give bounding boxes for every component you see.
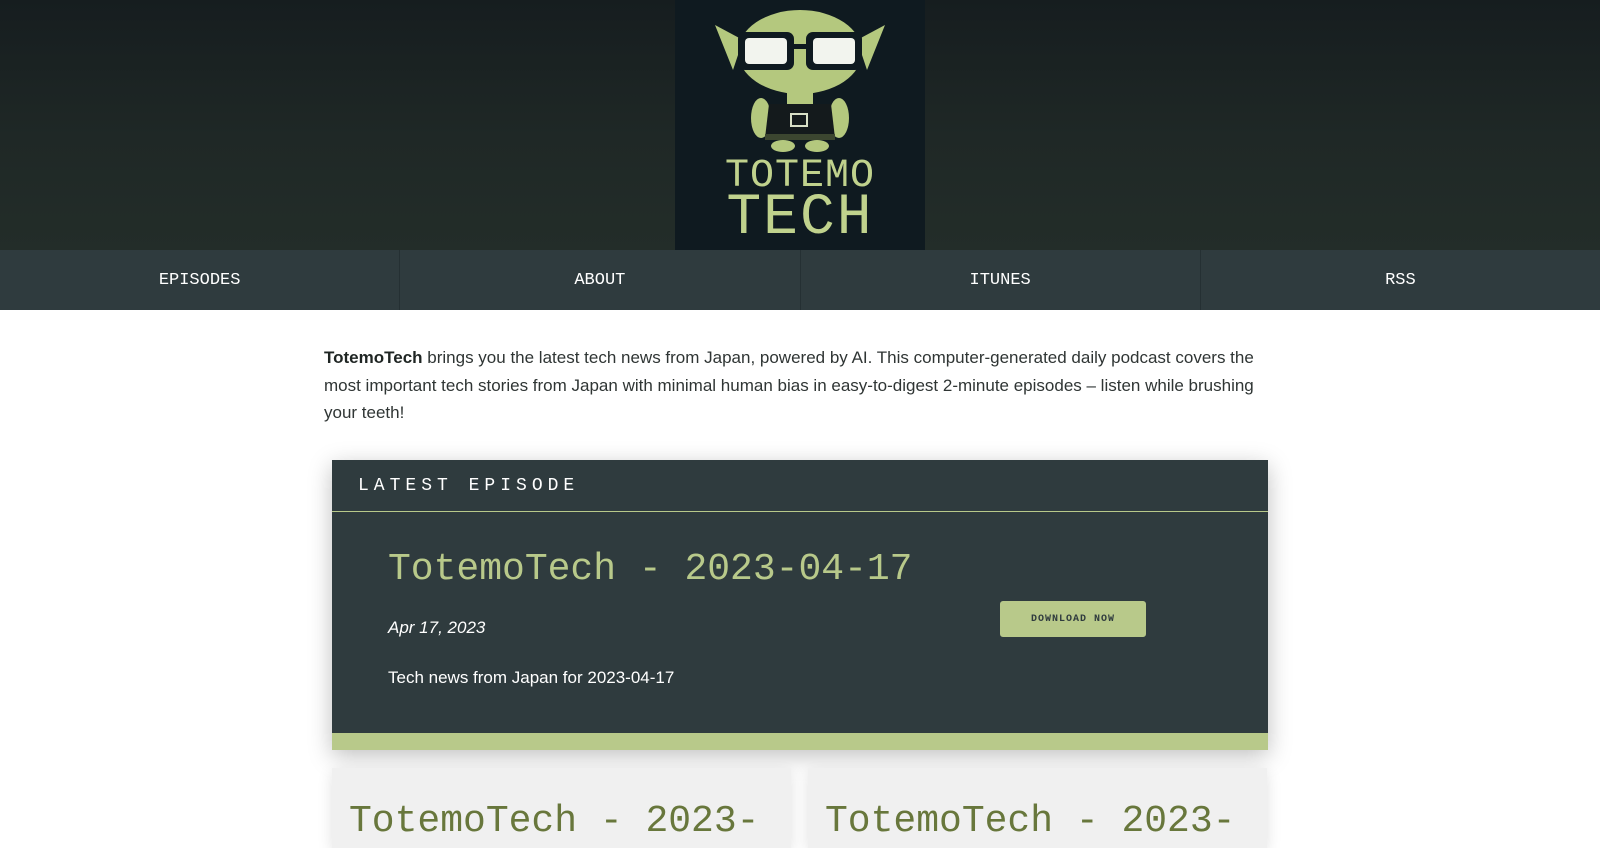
brand-name: TotemoTech: [324, 348, 423, 367]
episode-card[interactable]: TotemoTech - 2023-: [332, 768, 791, 848]
intro-text: brings you the latest tech news from Jap…: [324, 348, 1254, 422]
nav-itunes[interactable]: ITUNES: [801, 250, 1201, 310]
episode-card-title[interactable]: TotemoTech - 2023-: [825, 800, 1235, 843]
site-logo[interactable]: TOTEMO TECH: [675, 0, 925, 250]
latest-episode-footer-bar: [332, 733, 1268, 750]
episode-card-title[interactable]: TotemoTech - 2023-: [349, 800, 759, 843]
latest-episode-description: Tech news from Japan for 2023-04-17: [388, 668, 675, 687]
download-now-button[interactable]: DOWNLOAD NOW: [1000, 601, 1146, 637]
latest-episode-title[interactable]: TotemoTech - 2023-04-17: [388, 548, 913, 591]
goblin-mascot-icon: [715, 10, 885, 152]
latest-episode-date: Apr 17, 2023: [388, 618, 486, 637]
latest-episode-card: LATEST EPISODE TotemoTech - 2023-04-17 A…: [332, 460, 1268, 750]
nav-episodes[interactable]: EPISODES: [0, 250, 401, 310]
main-nav: EPISODES ABOUT ITUNES RSS: [0, 250, 1600, 310]
nav-about[interactable]: ABOUT: [400, 250, 801, 310]
episode-card[interactable]: TotemoTech - 2023-: [808, 768, 1267, 848]
latest-episode-heading: LATEST EPISODE: [332, 460, 1268, 512]
intro-paragraph: TotemoTech brings you the latest tech ne…: [324, 344, 1274, 427]
nav-rss[interactable]: RSS: [1201, 250, 1600, 310]
site-header: TOTEMO TECH: [0, 0, 1600, 250]
logo-wordmark-bottom: TECH: [726, 186, 874, 250]
